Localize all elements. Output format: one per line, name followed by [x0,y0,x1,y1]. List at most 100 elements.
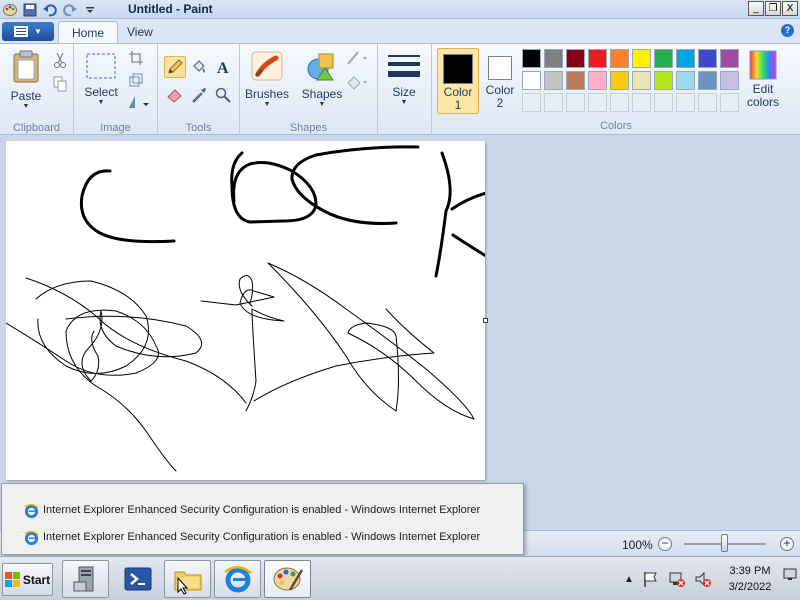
brush-icon [251,51,283,81]
custom-color-slot[interactable] [720,93,739,112]
menu-icon [14,26,29,37]
zoom-in-button[interactable]: + [780,537,794,551]
shapes-button[interactable]: Shapes ▼ [300,50,344,109]
paint-app-icon[interactable] [2,2,18,17]
ie-window-title: Internet Explorer Enhanced Security Conf… [43,504,481,516]
clock[interactable]: 3:39 PM 3/2/2022 [718,563,782,595]
tab-home[interactable]: Home [58,21,119,43]
color-2-button[interactable]: Color 2 [482,48,518,114]
color-swatch[interactable] [698,71,717,90]
save-icon[interactable] [22,2,38,17]
text-tool[interactable]: A [212,56,234,78]
color-1-button[interactable]: Color 1 [437,48,479,114]
close-button[interactable]: X [782,1,798,16]
server-manager-taskbar-button[interactable] [62,560,109,598]
resize-icon[interactable] [126,70,146,90]
custom-color-slot[interactable] [588,93,607,112]
image-group: Select ▼ Image [74,44,158,136]
select-icon [86,53,116,79]
color-swatch[interactable] [720,71,739,90]
color-swatch[interactable] [632,49,651,68]
custom-color-slot[interactable] [610,93,629,112]
custom-color-slot[interactable] [522,93,541,112]
maximize-button[interactable]: ❐ [765,1,781,16]
redo-icon[interactable] [62,2,78,17]
tab-view[interactable]: View [114,21,166,43]
color-swatch[interactable] [544,49,563,68]
show-desktop-button[interactable] [783,567,797,587]
zoom-slider-thumb[interactable] [721,534,728,552]
color-swatch[interactable] [654,49,673,68]
shapes-icon [307,53,334,81]
color-swatch[interactable] [610,71,629,90]
fill-icon[interactable] [344,72,372,92]
action-center-flag-icon[interactable] [642,570,660,588]
shapes-group-label: Shapes [289,122,328,134]
outline-icon[interactable] [344,48,372,68]
color-swatch[interactable] [588,49,607,68]
size-button[interactable]: Size ▼ [384,52,424,107]
eraser-tool[interactable] [164,84,186,106]
color-swatch[interactable] [588,71,607,90]
minimize-button[interactable]: _ [748,1,764,16]
color-swatch[interactable] [632,71,651,90]
taskbar: Start ▲ 3:39 PM 3/2/2022 [0,556,800,600]
ie-window-item[interactable]: Internet Explorer Enhanced Security Conf… [24,527,480,547]
show-hidden-icons-icon[interactable]: ▲ [624,574,634,585]
custom-color-slot[interactable] [654,93,673,112]
cut-icon[interactable] [50,50,70,70]
color-picker-tool[interactable] [188,84,210,106]
shapes-label: Shapes [301,87,343,101]
drawing-canvas[interactable] [6,141,488,480]
title-bar: Untitled - Paint _ ❐ X [0,0,800,19]
custom-color-slot[interactable] [698,93,717,112]
paint-taskbar-button[interactable] [264,560,311,598]
help-icon[interactable]: ? [781,24,794,37]
paste-button[interactable]: Paste ▼ [6,50,46,111]
customize-toolbar-icon[interactable] [82,2,98,17]
internet-explorer-taskbar-button[interactable] [214,560,261,598]
magnifier-tool[interactable] [212,84,234,106]
rotate-icon[interactable] [126,92,150,112]
svg-text:A: A [217,60,229,75]
custom-color-slot[interactable] [676,93,695,112]
copy-icon[interactable] [50,74,70,94]
chevron-down-icon: ▼ [22,103,30,110]
pencil-tool[interactable] [164,56,186,78]
volume-muted-icon[interactable] [694,570,712,588]
color-swatch[interactable] [522,71,541,90]
paint-menu-button[interactable]: ▼ [2,22,54,41]
crop-icon[interactable] [126,48,146,68]
undo-icon[interactable] [42,2,58,17]
zoom-out-button[interactable]: − [658,537,672,551]
drawing-strokes [6,145,485,472]
network-disconnected-icon[interactable] [668,570,686,588]
color-swatch[interactable] [676,49,695,68]
clock-date: 3/2/2022 [728,581,772,593]
ie-window-item[interactable]: Internet Explorer Enhanced Security Conf… [24,500,480,520]
resize-handle-right[interactable] [483,318,488,323]
color-swatch[interactable] [720,49,739,68]
custom-color-slot[interactable] [632,93,651,112]
fill-tool[interactable] [188,56,210,78]
powershell-taskbar-button[interactable] [114,560,161,598]
edit-colors-button[interactable]: Edit colors [743,50,783,109]
color-swatch[interactable] [654,71,673,90]
color-swatch[interactable] [610,49,629,68]
shapes-group: Brushes ▼ Shapes ▼ Shapes [240,44,378,136]
custom-color-slot[interactable] [566,93,585,112]
custom-color-slot[interactable] [544,93,563,112]
color-swatch[interactable] [566,71,585,90]
explorer-taskbar-button[interactable] [164,560,211,598]
windows-logo-icon [4,572,20,587]
start-button[interactable]: Start [2,563,53,596]
brushes-button[interactable]: Brushes ▼ [244,50,290,109]
color-swatch[interactable] [522,49,541,68]
ribbon: Paste ▼ Clipboard Select ▼ Image A Tools… [0,43,800,136]
color-swatch[interactable] [544,71,563,90]
color-swatch[interactable] [566,49,585,68]
select-button[interactable]: Select ▼ [82,52,120,107]
color-swatch[interactable] [698,49,717,68]
color-swatch[interactable] [676,71,695,90]
show-desktop-icon [783,568,797,580]
